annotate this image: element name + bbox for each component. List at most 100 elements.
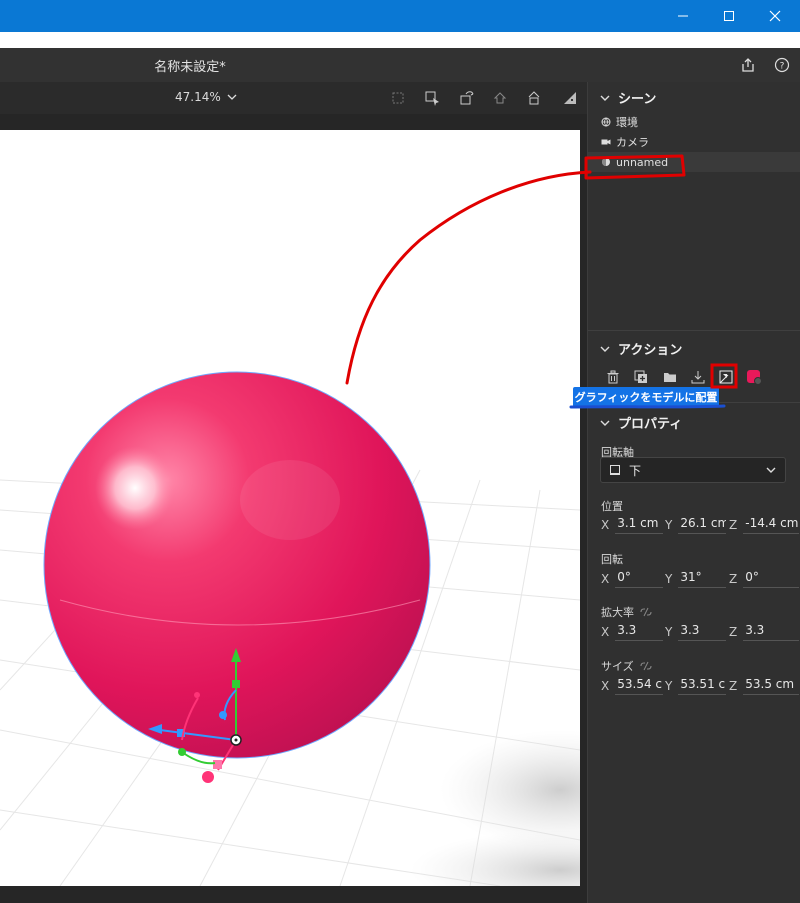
render-preview-tool[interactable]	[560, 88, 580, 108]
frame-icon	[392, 92, 404, 104]
properties-heading: プロパティ	[618, 417, 683, 432]
rotation-z-value: 0°	[743, 570, 800, 588]
scene-item-unnamed[interactable]: unnamed	[588, 152, 800, 172]
position-y-field[interactable]: Y 26.1 cm	[665, 516, 727, 534]
scene-item-label: 環境	[616, 116, 638, 129]
size-z-field[interactable]: Z 53.5 cm	[729, 677, 800, 695]
delete-button[interactable]	[603, 367, 623, 387]
pan-tool[interactable]	[490, 88, 510, 108]
orbit-tool[interactable]	[457, 88, 477, 108]
model-icon	[602, 158, 610, 166]
axis-y-label: Y	[665, 518, 673, 532]
actions-heading: アクション	[618, 343, 683, 358]
minimize-icon	[678, 15, 688, 17]
scene-render	[0, 371, 580, 886]
size-y-value: 53.51 cm	[678, 677, 727, 695]
place-graphic-on-model-button[interactable]	[716, 367, 736, 387]
specular-highlight	[95, 446, 175, 530]
axis-x-label: X	[601, 572, 610, 586]
size-z-value: 53.5 cm	[743, 677, 800, 695]
scale-x-field[interactable]: X 3.3	[601, 623, 664, 641]
position-label: 位置	[601, 500, 623, 513]
position-z-value: -14.4 cm	[743, 516, 800, 534]
select-object-icon	[425, 91, 439, 106]
drop-to-ground-icon	[691, 371, 705, 384]
app-header: 名称未設定* ?	[0, 48, 800, 82]
group-button[interactable]	[660, 367, 680, 387]
floor-axis-icon	[610, 465, 620, 475]
scale-y-field[interactable]: Y 3.3	[665, 623, 727, 641]
viewport-toolbar: 47.14%	[0, 82, 587, 114]
dolly-tool[interactable]	[524, 88, 544, 108]
axis-z-label: Z	[729, 572, 738, 586]
unlink-icon[interactable]	[640, 607, 652, 617]
tooltip: グラフィックをモデルに配置	[573, 387, 719, 407]
frame-tool[interactable]	[388, 88, 408, 108]
size-y-field[interactable]: Y 53.51 cm	[665, 677, 727, 695]
position-y-value: 26.1 cm	[678, 516, 727, 534]
size-label-row: サイズ	[601, 658, 652, 674]
actions-section-header[interactable]: アクション	[600, 339, 682, 358]
reflection-patch	[240, 460, 340, 540]
duplicate-button[interactable]	[631, 367, 651, 387]
material-button[interactable]	[744, 367, 764, 387]
zoom-value: 47.14%	[175, 90, 221, 104]
rotation-x-value: 0°	[615, 570, 664, 588]
maximize-icon	[724, 11, 734, 21]
rotation-y-field[interactable]: Y 31°	[665, 570, 727, 588]
rotation-y-value: 31°	[678, 570, 727, 588]
scene-item-environment[interactable]: 環境	[588, 112, 800, 132]
document-title: 名称未設定*	[154, 60, 226, 75]
position-x-field[interactable]: X 3.1 cm	[601, 516, 664, 534]
3d-canvas[interactable]	[0, 130, 580, 886]
material-icon	[747, 370, 762, 385]
unlink-icon[interactable]	[640, 661, 652, 671]
scale-y-value: 3.3	[678, 623, 727, 641]
chevron-down-icon	[600, 346, 610, 352]
axis-z-label: Z	[729, 679, 738, 693]
chevron-down-icon	[600, 420, 610, 426]
axis-y-label: Y	[665, 572, 673, 586]
trash-icon	[607, 370, 619, 384]
rotation-label: 回転	[601, 553, 623, 566]
size-x-value: 53.54 cm	[615, 677, 664, 695]
right-panel: シーン 環境 カメラ unnamed アクション プロパティ 回転軸 下 位置 …	[587, 82, 800, 903]
zoom-dropdown[interactable]: 47.14%	[175, 90, 237, 104]
help-button[interactable]: ?	[772, 55, 792, 75]
ground-shadow-2	[410, 830, 580, 886]
scale-x-value: 3.3	[615, 623, 664, 641]
rotation-z-field[interactable]: Z 0°	[729, 570, 800, 588]
size-x-field[interactable]: X 53.54 cm	[601, 677, 664, 695]
scene-section-header[interactable]: シーン	[600, 88, 656, 107]
maximize-button[interactable]	[706, 0, 752, 32]
menu-strip	[0, 32, 800, 48]
window-titlebar	[0, 0, 800, 32]
axis-x-label: X	[601, 625, 610, 639]
scale-z-field[interactable]: Z 3.3	[729, 623, 800, 641]
axis-z-label: Z	[729, 625, 738, 639]
svg-text:?: ?	[780, 62, 785, 72]
close-button[interactable]	[752, 0, 798, 32]
globe-icon	[601, 117, 611, 127]
drop-to-ground-button[interactable]	[688, 367, 708, 387]
select-tool[interactable]	[423, 88, 443, 108]
close-icon	[769, 10, 781, 22]
properties-section-header[interactable]: プロパティ	[600, 413, 682, 432]
axis-x-label: X	[601, 679, 610, 693]
pan-icon	[493, 92, 507, 104]
scene-item-camera[interactable]: カメラ	[588, 132, 800, 152]
rotation-x-field[interactable]: X 0°	[601, 570, 664, 588]
axis-y-label: Y	[665, 625, 673, 639]
scene-item-label: unnamed	[616, 155, 669, 169]
rotation-axis-dropdown[interactable]: 下	[600, 457, 786, 483]
scale-label-row: 拡大率	[601, 604, 652, 620]
folder-icon	[664, 373, 676, 382]
section-divider	[588, 330, 800, 331]
minimize-button[interactable]	[660, 0, 706, 32]
axis-z-label: Z	[729, 518, 738, 532]
scene-heading: シーン	[618, 92, 657, 107]
scale-label: 拡大率	[601, 606, 634, 619]
scale-z-value: 3.3	[743, 623, 800, 641]
share-button[interactable]	[738, 55, 758, 75]
position-z-field[interactable]: Z -14.4 cm	[729, 516, 800, 534]
